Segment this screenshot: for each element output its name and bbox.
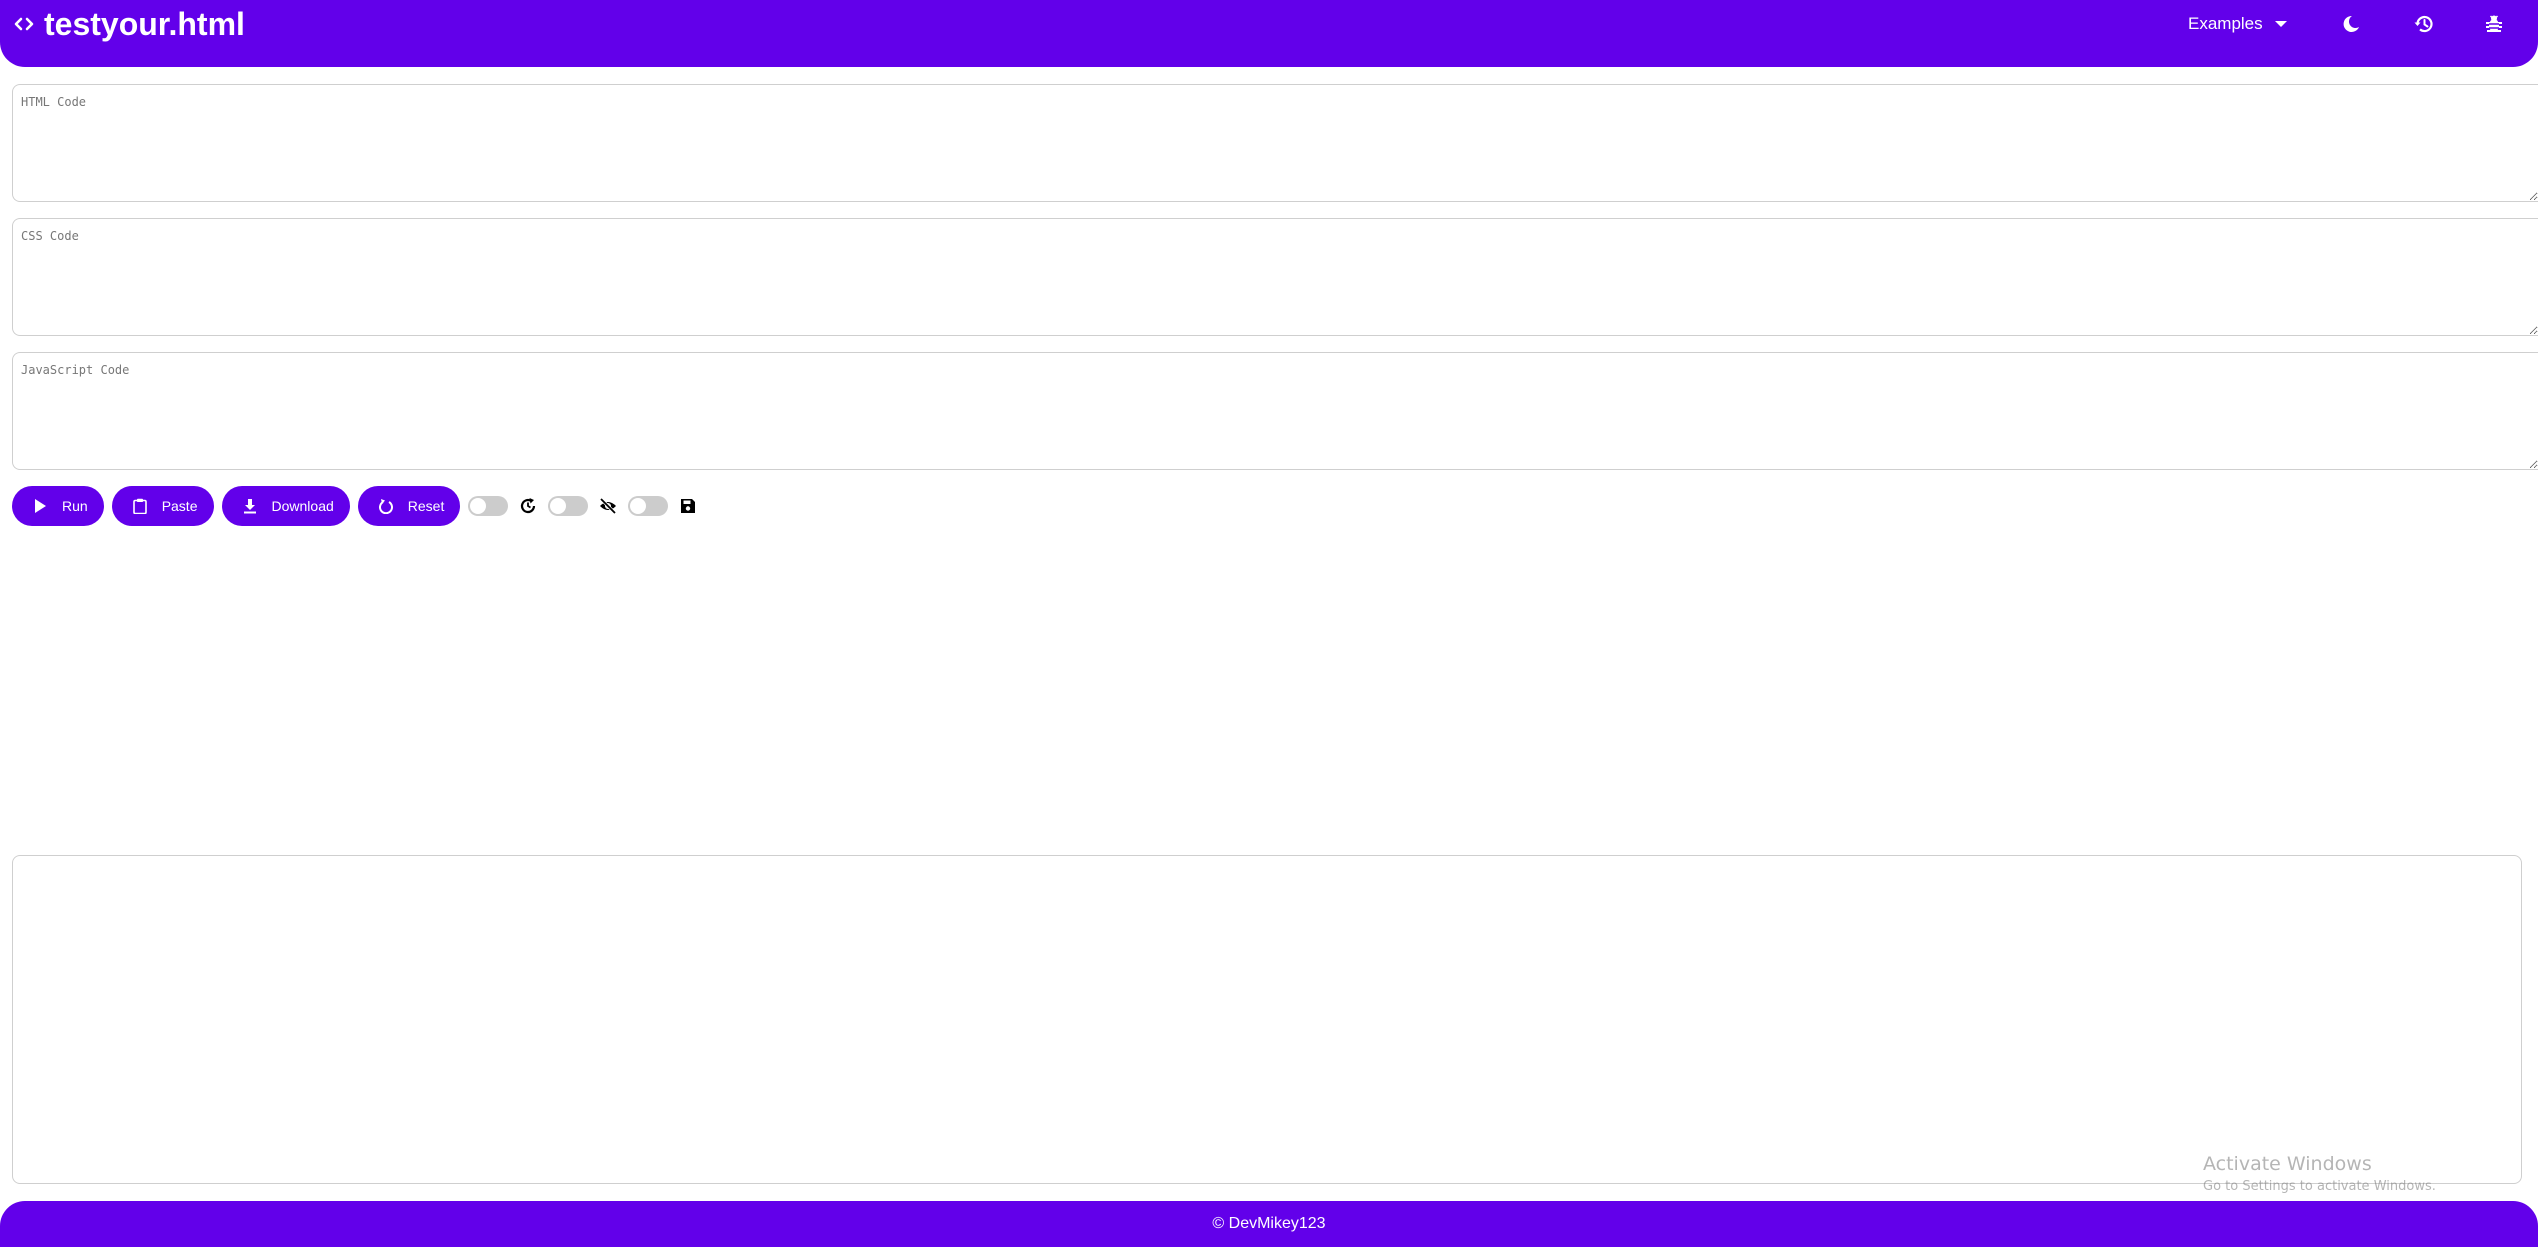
paste-label: Paste xyxy=(161,498,198,514)
auto-refresh-toggle[interactable] xyxy=(468,496,509,516)
auto-refresh-icon xyxy=(518,496,538,516)
preview-output-frame[interactable] xyxy=(12,855,2522,1184)
css-code-input[interactable] xyxy=(12,218,2538,336)
code-icon xyxy=(13,14,35,34)
app-header: testyour.html Examples xyxy=(0,0,2538,67)
download-button[interactable]: Download xyxy=(221,486,350,526)
reset-button[interactable]: Reset xyxy=(357,486,461,526)
run-button[interactable]: Run xyxy=(12,486,104,526)
play-icon xyxy=(35,499,46,513)
examples-label: Examples xyxy=(2188,14,2263,33)
app-footer: © DevMikey123 xyxy=(0,1201,2538,1247)
app-title: testyour.html xyxy=(44,6,245,42)
bug-icon[interactable] xyxy=(2482,12,2506,36)
eye-slash-icon xyxy=(598,496,618,516)
caret-down-icon xyxy=(2274,21,2287,27)
download-label: Download xyxy=(271,498,334,514)
reset-icon xyxy=(378,499,393,514)
history-icon[interactable] xyxy=(2412,12,2436,36)
examples-dropdown[interactable]: Examples xyxy=(2188,10,2287,38)
autosave-toggle[interactable] xyxy=(628,496,669,516)
copyright-text: © DevMikey123 xyxy=(1212,1215,1326,1232)
js-code-input[interactable] xyxy=(12,352,2538,470)
moon-icon[interactable] xyxy=(2339,12,2363,36)
download-icon xyxy=(243,499,256,514)
html-code-input[interactable] xyxy=(12,84,2538,202)
paste-button[interactable]: Paste xyxy=(111,486,214,526)
clipboard-icon xyxy=(132,498,147,514)
save-icon xyxy=(678,496,698,516)
run-label: Run xyxy=(62,498,88,514)
reset-label: Reset xyxy=(407,498,445,514)
toolbar: Run Paste Download Reset xyxy=(12,486,708,526)
hide-preview-toggle[interactable] xyxy=(548,496,589,516)
